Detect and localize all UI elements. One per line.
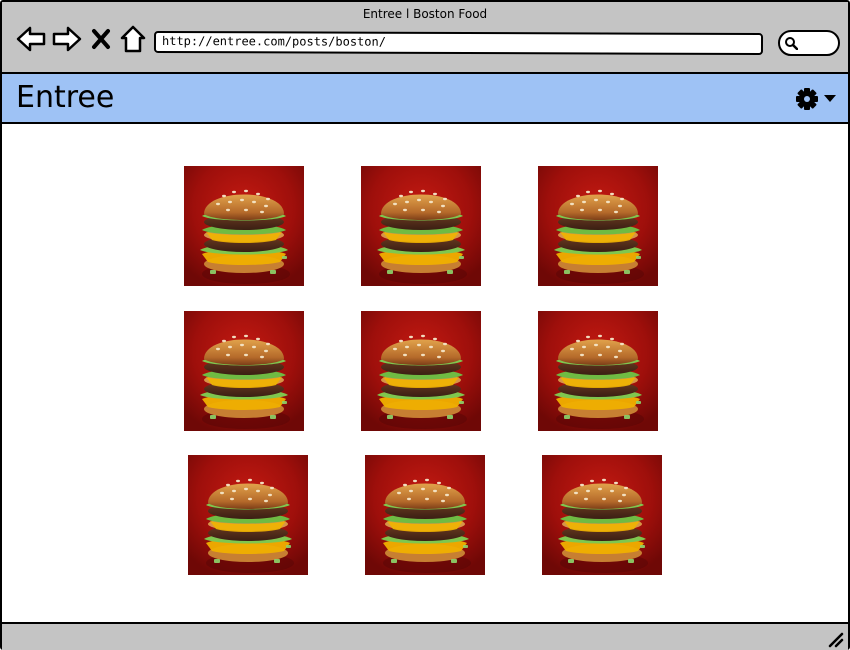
burger-image	[365, 455, 485, 575]
back-arrow-icon[interactable]	[16, 24, 46, 54]
burger-image	[188, 455, 308, 575]
gallery-tile[interactable]	[538, 166, 658, 286]
browser-chrome: Entree l Boston Food http://entree.com/p…	[2, 2, 848, 74]
burger-image	[542, 455, 662, 575]
burger-image	[184, 311, 304, 431]
gallery-tile[interactable]	[361, 166, 481, 286]
settings-menu[interactable]	[796, 88, 840, 110]
burger-image	[184, 166, 304, 286]
search-icon	[785, 37, 798, 50]
gallery-tile[interactable]	[538, 311, 658, 431]
burger-image	[361, 311, 481, 431]
address-url: http://entree.com/posts/boston/	[161, 33, 386, 49]
status-bar	[2, 622, 848, 650]
brand-title[interactable]: Entree	[16, 80, 114, 115]
gallery-tile[interactable]	[184, 166, 304, 286]
gear-icon[interactable]	[796, 88, 840, 110]
chevron-down-icon	[824, 95, 836, 102]
address-bar[interactable]: http://entree.com/posts/boston/	[153, 30, 764, 56]
window-title: Entree l Boston Food	[362, 7, 488, 21]
burger-image	[538, 311, 658, 431]
burger-image	[361, 166, 481, 286]
forward-arrow-icon[interactable]	[52, 24, 82, 54]
gallery-tile[interactable]	[365, 455, 485, 575]
close-x-icon[interactable]	[90, 24, 112, 54]
gallery-tile[interactable]	[188, 455, 308, 575]
burger-image	[538, 166, 658, 286]
home-icon[interactable]	[118, 24, 148, 54]
gallery-tile[interactable]	[184, 311, 304, 431]
resize-grip-icon[interactable]	[826, 630, 844, 648]
gallery-tile[interactable]	[361, 311, 481, 431]
browser-search-field[interactable]	[778, 30, 840, 56]
app-header: Entree	[2, 74, 848, 124]
browser-window: Entree l Boston Food http://entree.com/p…	[0, 0, 850, 650]
gallery	[2, 124, 848, 620]
gallery-tile[interactable]	[542, 455, 662, 575]
